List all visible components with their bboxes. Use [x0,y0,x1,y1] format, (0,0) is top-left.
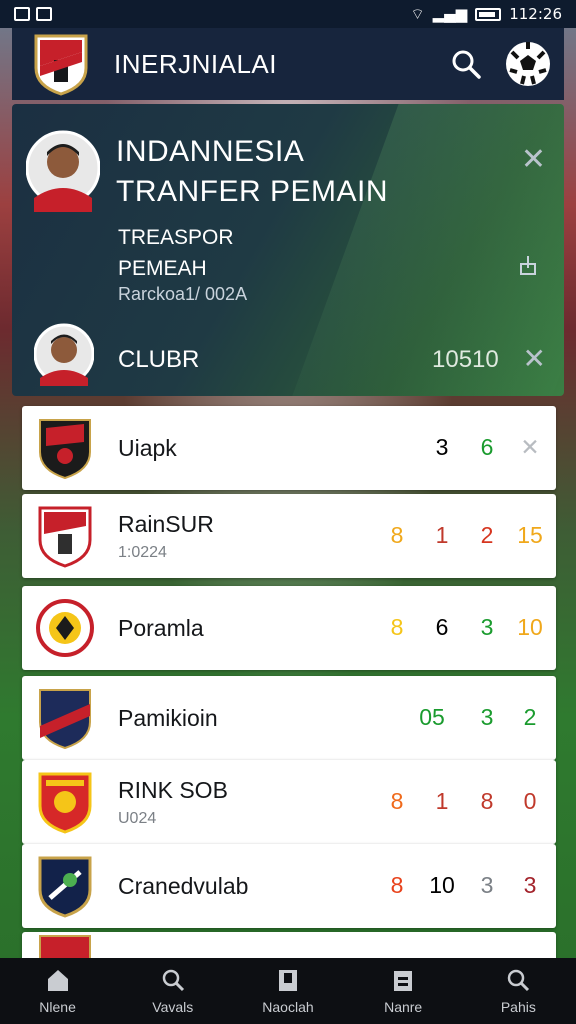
stat-value: 3 [435,434,449,460]
club-stats: 05 3 2 [382,676,552,760]
club-name: Uiapk [118,434,177,461]
player-avatar [26,130,100,212]
club-crest-icon [38,856,92,918]
nav-item-saved[interactable]: Naoclah [238,967,338,1015]
stat-value: 0 [523,788,537,814]
nav-label: Nanre [384,999,423,1015]
bookmark-icon [278,970,297,991]
signal-icon: ▂▄▆ [432,5,468,23]
club-label: CLUBR [118,346,200,373]
stat-value: 3 [523,872,537,898]
club-name: Cranedvulab [118,872,249,899]
home-icon [47,970,68,991]
stat-value: 1 [435,522,449,548]
transfer-news-card[interactable]: INDANNESIA TRANFER PEMAIN ✕ TREASPOR PEM… [12,104,564,396]
list-item[interactable]: Cranedvulab 8 10 3 3 [22,844,556,928]
search-icon [162,969,184,992]
club-name: RINK SOB [118,776,228,803]
nav-label: Naoclah [262,999,314,1015]
subheadline-line-2: PEMEAH [118,257,207,280]
stat-value: 05 [419,704,445,730]
nav-label: Nlene [39,999,76,1015]
club-subtitle: U024 [118,809,157,827]
club-crest-icon[interactable] [32,32,90,96]
stat-value: 3 [480,614,494,640]
close-icon[interactable]: ✕ [523,342,546,375]
app-title: INERJNIALAI [114,48,277,79]
nav-label: Pahis [500,999,536,1015]
stat-value: 2 [480,522,494,548]
club-score: 10510 [432,346,499,373]
close-icon[interactable]: ✕ [521,142,546,177]
club-stats: 8 10 3 3 [382,844,552,928]
close-icon[interactable]: ✕ [510,434,550,461]
club-crest-icon [39,689,91,750]
search-icon[interactable] [450,48,482,80]
headline-line-2: TRANFER PEMAIN [116,175,389,208]
list-item[interactable]: RINK SOB U024 8 1 8 0 [22,760,556,844]
stat-value: 8 [390,522,404,548]
battery-icon [475,7,502,21]
subheadline-line-1: TREASPOR [118,226,234,249]
calendar-icon [394,971,413,991]
club-name: RainSUR [118,510,214,537]
nav-item-profile[interactable]: Pahis [468,967,568,1015]
stat-value: 3 [480,704,494,730]
soccer-ball-icon[interactable] [504,40,552,88]
club-subtitle: 1:0224 [118,543,167,561]
share-icon[interactable] [518,254,538,276]
subheadline: TREASPOR PEMEAH [118,222,234,284]
stat-value: 2 [523,704,537,730]
club-stats: 8 6 3 10 [382,586,552,670]
club-crest-icon [38,772,92,834]
stat-value: 8 [390,614,404,640]
club-stats: 8 1 8 0 [382,760,552,844]
bottom-navigation: Nlene Vavals Naoclah Nanre Pahis [0,958,576,1024]
app-header: INERJNIALAI [12,28,564,100]
notification-icon [14,7,30,21]
stat-value: 8 [390,788,404,814]
nav-item-schedule[interactable]: Nanre [353,967,453,1015]
list-item[interactable]: Pamikioin 05 3 2 [22,676,556,760]
list-item[interactable]: Uiapk 3 6 ✕ [22,406,556,490]
article-meta: Rarckoa1/ 002A [118,284,248,304]
nav-item-search[interactable]: Vavals [123,967,223,1015]
player-avatar-small [34,323,94,386]
stat-value: 6 [435,614,449,640]
stat-value: 15 [517,522,543,548]
notification-icons [14,7,52,21]
stat-value: 8 [480,788,494,814]
club-crest-icon [38,506,92,568]
club-crest-icon [36,599,94,657]
club-stats: 3 6 ✕ [382,406,552,490]
stat-value: 1 [435,788,449,814]
wifi-icon: ⌔ [410,4,425,23]
status-time: 112:26 [509,5,562,23]
notification-icon [36,7,52,21]
stat-value: 3 [480,872,494,898]
stat-value: 8 [390,872,404,898]
club-crest-icon [39,419,91,480]
nav-item-home[interactable]: Nlene [8,967,108,1015]
status-bar: ⌔ ▂▄▆ 112:26 [0,0,576,28]
list-item[interactable]: Poramla 8 6 3 10 [22,586,556,670]
club-name: Pamikioin [118,704,218,731]
search-icon [508,969,530,992]
list-item[interactable]: RainSUR 1:0224 8 1 2 15 [22,494,556,578]
stat-value: 6 [480,434,494,460]
headline-line-1: INDANNESIA [116,135,305,168]
club-stats: 8 1 2 15 [382,494,552,578]
stat-value: 10 [429,872,455,898]
stat-value: 10 [517,614,543,640]
headline: INDANNESIA TRANFER PEMAIN [116,132,388,212]
nav-label: Vavals [152,999,194,1015]
club-name: Poramla [118,614,204,641]
